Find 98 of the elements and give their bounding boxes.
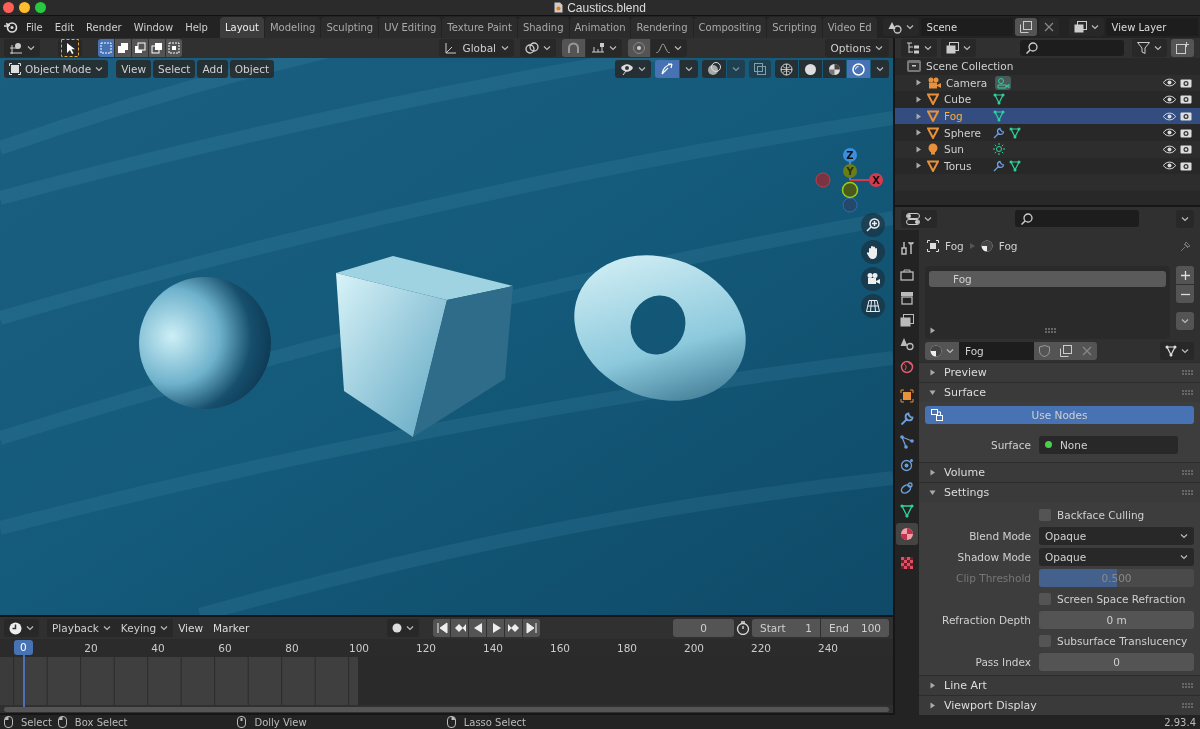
frame-number: 120 [414, 642, 437, 654]
frame-number: 200 [682, 642, 705, 654]
workspace-tab[interactable]: Shading [517, 17, 569, 38]
frame-number: 140 [481, 642, 504, 654]
scene-field[interactable]: Scene [920, 18, 1013, 36]
menu-item[interactable]: Window [127, 17, 180, 37]
material-name-field[interactable]: Fog [959, 341, 1034, 360]
menu-dropdown[interactable]: Playback [47, 619, 116, 637]
end-frame-field[interactable]: End 100 [821, 619, 889, 637]
number-field[interactable]: 0 m [1039, 610, 1194, 629]
menu-dropdown[interactable]: Keying [115, 619, 174, 637]
field-label: Blend Mode [968, 529, 1031, 542]
field-label: Shadow Mode [956, 550, 1031, 563]
workspace-tab[interactable]: Rendering [631, 17, 693, 38]
outliner-row[interactable]: Torus [895, 157, 1200, 175]
start-frame-field[interactable]: Start 1 [752, 619, 820, 637]
number-field[interactable]: 0 [1039, 652, 1194, 671]
frame-number: 220 [749, 642, 772, 654]
view-layer-field[interactable]: View Layer [1105, 18, 1198, 36]
workspace-tab[interactable]: Scripting [767, 17, 822, 38]
workspace-tab[interactable]: Compositing [693, 17, 767, 38]
shortcut-hint: Lasso Select [463, 716, 526, 728]
panel-header[interactable]: Viewport Display [919, 695, 1200, 715]
breadcrumb-item[interactable]: Fog [945, 240, 964, 252]
axis-handle[interactable]: X [869, 173, 883, 187]
object-name: Sun [944, 143, 965, 156]
panel-header[interactable]: Surface [919, 382, 1200, 402]
menu-item[interactable]: Edit [48, 17, 81, 37]
playhead-frame[interactable]: 0 [14, 640, 33, 655]
object-name: Camera [946, 76, 989, 89]
panel-title: Line Art [944, 679, 987, 692]
panel-header[interactable]: Volume [919, 462, 1200, 482]
current-frame-field[interactable]: 0 [673, 619, 734, 637]
frame-number: 20 [83, 642, 99, 654]
menu-item[interactable]: View [173, 619, 209, 637]
panel-header[interactable]: Preview [919, 362, 1200, 382]
shortcut-hint: Box Select [74, 716, 128, 728]
object-name: Sphere [944, 126, 982, 139]
panel-title: Surface [944, 386, 986, 399]
object-name: Fog [944, 110, 964, 123]
panel-title: Settings [944, 486, 990, 499]
workspace-tab[interactable]: Video Ed [822, 17, 877, 38]
menu-item[interactable]: File [20, 17, 49, 37]
shader-link-field[interactable]: None [1039, 435, 1178, 454]
frame-number: 80 [284, 642, 300, 654]
slot-item[interactable]: Fog [929, 271, 1166, 287]
material-slot-list[interactable]: Fog [925, 266, 1170, 339]
collection-name: Scene Collection [926, 60, 1014, 73]
frame-number: 100 [347, 642, 370, 654]
frame-number: 160 [548, 642, 571, 654]
panel-title: Viewport Display [944, 699, 1037, 712]
object-name: Cube [944, 93, 973, 106]
workspace-tab[interactable]: Animation [569, 17, 631, 38]
panel-title: Volume [944, 466, 985, 479]
shortcut-hint: Select [21, 716, 52, 728]
menu-item[interactable]: Help [179, 17, 214, 37]
outliner-row[interactable]: Sun [895, 140, 1200, 158]
shortcut-hint: Dolly View [254, 716, 307, 728]
outliner-row[interactable]: Sphere [895, 124, 1200, 141]
mode-dropdown[interactable]: Opaque [1039, 526, 1194, 545]
checkbox-label: Backface Culling [1057, 508, 1145, 521]
checkbox-label: Screen Space Refraction [1057, 592, 1186, 605]
menu-item[interactable]: Select [153, 60, 196, 78]
frame-number: 240 [816, 642, 839, 654]
menu-item[interactable]: View [116, 60, 152, 78]
menu-item[interactable]: Object [229, 60, 275, 78]
workspace-tab[interactable]: Sculpting [321, 17, 379, 38]
axis-handle[interactable]: Z [843, 148, 857, 162]
options-dropdown[interactable]: Options [824, 39, 889, 57]
field-label: Pass Index [974, 655, 1031, 668]
frame-number: 180 [615, 642, 638, 654]
workspace-tab[interactable]: Texture Paint [442, 17, 517, 38]
outliner-row[interactable]: Camera [895, 74, 1200, 92]
panel-header[interactable]: Settings [919, 482, 1200, 502]
breadcrumb-item[interactable]: Fog [998, 240, 1018, 252]
orientation-dropdown[interactable]: Global [439, 39, 515, 57]
mode-dropdown[interactable]: Opaque [1039, 547, 1194, 566]
frame-number: 60 [217, 642, 233, 654]
outliner-row[interactable]: Cube [895, 91, 1200, 108]
frame-number: 40 [150, 642, 166, 654]
shader-name: None [1060, 438, 1088, 451]
menu-item[interactable]: Render [80, 17, 128, 37]
menu-item[interactable]: Marker [208, 619, 255, 637]
mode-dropdown[interactable]: Object Mode [4, 60, 109, 78]
object-name: Torus [944, 159, 973, 172]
window-title: Caustics.blend [567, 0, 646, 15]
navigation-gizmo[interactable]: Z Y X [812, 146, 884, 218]
menu-item[interactable]: Add [197, 60, 228, 78]
version-label: 2.93.4 [1164, 716, 1196, 728]
checkbox-label: Subsurface Translucency [1057, 634, 1188, 647]
workspace-tab[interactable]: UV Editing [379, 17, 442, 38]
panel-header[interactable]: Line Art [919, 675, 1200, 695]
outliner-row[interactable]: Fog [895, 107, 1200, 125]
workspace-tab[interactable]: Layout [219, 17, 264, 38]
panel-title: Preview [944, 366, 987, 379]
field-label: Surface [990, 438, 1031, 451]
workspace-tab[interactable]: Modeling [264, 17, 321, 38]
field-label: Refraction Depth [941, 613, 1031, 626]
